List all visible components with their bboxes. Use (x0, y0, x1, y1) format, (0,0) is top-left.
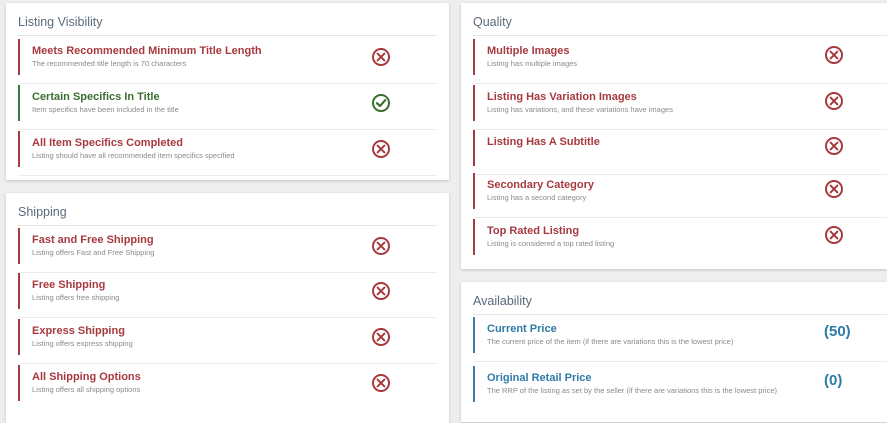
check-fast-free-shipping: Fast and Free Shipping Listing offers Fa… (18, 228, 437, 273)
metric-label: Original Retail Price (487, 372, 592, 384)
status-bar (18, 39, 20, 75)
check-all-shipping-options: All Shipping Options Listing offers all … (18, 365, 437, 405)
check-express-shipping: Express Shipping Listing offers express … (18, 319, 437, 364)
check-description: Listing offers free shipping (32, 293, 120, 302)
check-label: Listing Has A Subtitle (487, 136, 600, 148)
status-bar (473, 85, 475, 121)
x-circle-icon (824, 136, 844, 156)
quality-title: Quality (473, 15, 512, 29)
check-label: Certain Specifics In Title (32, 91, 160, 103)
divider (473, 314, 887, 315)
x-circle-icon (371, 139, 391, 159)
row-divider (18, 83, 437, 84)
check-label: All Item Specifics Completed (32, 137, 183, 149)
check-label: Top Rated Listing (487, 225, 580, 237)
metric-value: (0) (824, 372, 843, 389)
listing-visibility-card: Listing Visibility Meets Recommended Min… (6, 3, 449, 180)
check-circle-icon (371, 93, 391, 113)
check-free-shipping: Free Shipping Listing offers free shippi… (18, 273, 437, 318)
metric-description: The RRP of the listing as set by the sel… (487, 386, 777, 395)
check-label: Listing Has Variation Images (487, 91, 637, 103)
x-circle-icon (824, 91, 844, 111)
listing-visibility-title: Listing Visibility (18, 15, 103, 29)
quality-card: Quality Multiple Images Listing has mult… (461, 3, 887, 269)
status-bar (473, 130, 475, 166)
check-label: Multiple Images (487, 45, 570, 57)
check-description: Listing has variations, and these variat… (487, 105, 673, 114)
check-title-length: Meets Recommended Minimum Title Length T… (18, 39, 437, 84)
status-bar (18, 319, 20, 355)
check-top-rated: Top Rated Listing Listing is considered … (473, 219, 887, 259)
check-description: Listing should have all recommended item… (32, 151, 235, 160)
row-divider (473, 217, 887, 218)
check-description: Listing offers Fast and Free Shipping (32, 248, 155, 257)
status-bar (473, 366, 475, 402)
divider (18, 35, 437, 36)
x-circle-icon (824, 225, 844, 245)
status-bar (473, 317, 475, 353)
check-description: Listing offers express shipping (32, 339, 133, 348)
shipping-card: Shipping Fast and Free Shipping Listing … (6, 193, 449, 423)
check-description: Listing offers all shipping options (32, 385, 141, 394)
x-circle-icon (371, 373, 391, 393)
status-bar (18, 85, 20, 121)
metric-original-retail-price: Original Retail Price The RRP of the lis… (473, 366, 887, 406)
metric-value: (50) (824, 323, 851, 340)
row-divider (18, 363, 437, 364)
row-divider (473, 361, 887, 362)
x-circle-icon (371, 47, 391, 67)
check-description: The recommended title length is 70 chara… (32, 59, 187, 68)
metric-current-price: Current Price The current price of the i… (473, 317, 887, 362)
availability-card: Availability Current Price The current p… (461, 282, 887, 422)
check-all-item-specifics: All Item Specifics Completed Listing sho… (18, 131, 437, 176)
check-label: All Shipping Options (32, 371, 141, 383)
divider (473, 35, 887, 36)
check-secondary-category: Secondary Category Listing has a second … (473, 173, 887, 218)
x-circle-icon (824, 179, 844, 199)
status-bar (473, 173, 475, 209)
check-description: Listing has multiple images (487, 59, 578, 68)
row-divider (473, 83, 887, 84)
x-circle-icon (824, 45, 844, 65)
check-label: Secondary Category (487, 179, 594, 191)
check-variation-images: Listing Has Variation Images Listing has… (473, 85, 887, 130)
metric-description: The current price of the item (if there … (487, 337, 734, 346)
status-bar (18, 273, 20, 309)
status-bar (473, 39, 475, 75)
availability-title: Availability (473, 294, 532, 308)
check-subtitle: Listing Has A Subtitle (473, 130, 887, 175)
check-description: Item specifics have been included in the… (32, 105, 179, 114)
check-description: Listing is considered a top rated listin… (487, 239, 615, 248)
status-bar (18, 365, 20, 401)
check-label: Fast and Free Shipping (32, 234, 154, 246)
check-label: Express Shipping (32, 325, 125, 337)
check-multiple-images: Multiple Images Listing has multiple ima… (473, 39, 887, 84)
check-label: Free Shipping (32, 279, 106, 291)
x-circle-icon (371, 327, 391, 347)
row-divider (18, 129, 437, 130)
metric-label: Current Price (487, 323, 557, 335)
status-bar (18, 228, 20, 264)
status-bar (18, 131, 20, 167)
row-divider (18, 317, 437, 318)
row-divider (18, 175, 437, 176)
status-bar (473, 219, 475, 255)
x-circle-icon (371, 236, 391, 256)
check-specifics-in-title: Certain Specifics In Title Item specific… (18, 85, 437, 130)
divider (18, 225, 437, 226)
check-description: Listing has a second category (487, 193, 587, 202)
check-label: Meets Recommended Minimum Title Length (32, 45, 262, 57)
x-circle-icon (371, 281, 391, 301)
shipping-title: Shipping (18, 205, 67, 219)
